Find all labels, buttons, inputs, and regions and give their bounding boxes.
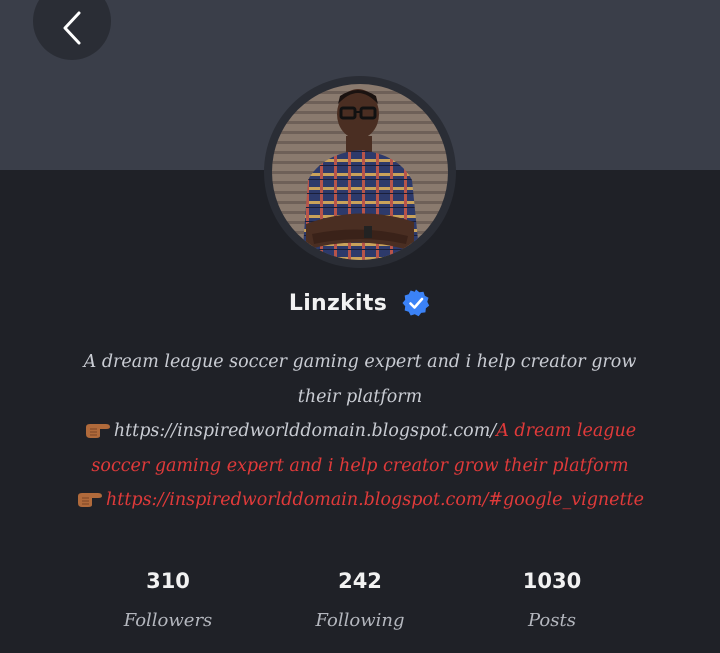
- bio-line-link2: https://inspiredworlddomain.blogspot.com…: [40, 483, 680, 518]
- followers-stat[interactable]: 310 Followers: [88, 566, 248, 634]
- profile-page: Linzkits A dream league soccer gaming ex…: [0, 0, 720, 653]
- profile-name: Linzkits: [288, 290, 388, 316]
- posts-stat[interactable]: 1030 Posts: [472, 566, 632, 634]
- pointing-hand-icon: [85, 424, 110, 438]
- chevron-left-icon: [63, 11, 81, 45]
- verified-badge-icon: [402, 289, 430, 317]
- avatar[interactable]: [272, 84, 448, 260]
- bio-line-link1: https://inspiredworlddomain.blogspot.com…: [40, 414, 680, 449]
- followers-count: 310: [146, 569, 190, 593]
- posts-label: Posts: [528, 610, 576, 631]
- profile-stats: 310 Followers 242 Following 1030 Posts: [0, 566, 720, 646]
- following-stat[interactable]: 242 Following: [280, 566, 440, 634]
- avatar-image: [272, 84, 448, 260]
- pointing-hand-icon: [78, 493, 103, 507]
- following-label: Following: [315, 610, 405, 631]
- bio-link-1[interactable]: https://inspiredworlddomain.blogspot.com…: [114, 421, 496, 441]
- following-count: 242: [338, 569, 382, 593]
- bio-link-2[interactable]: https://inspiredworlddomain.blogspot.com…: [106, 490, 644, 510]
- bio-red-text: A dream league: [496, 421, 637, 441]
- profile-name-row: Linzkits: [0, 283, 720, 323]
- bio-line: their platform: [297, 386, 423, 407]
- profile-bio: A dream league soccer gaming expert and …: [40, 345, 680, 518]
- bio-line: A dream league soccer gaming expert and …: [83, 352, 637, 372]
- posts-count: 1030: [522, 569, 582, 593]
- followers-label: Followers: [123, 610, 213, 631]
- bio-red-text-line: soccer gaming expert and i help creator …: [91, 455, 629, 476]
